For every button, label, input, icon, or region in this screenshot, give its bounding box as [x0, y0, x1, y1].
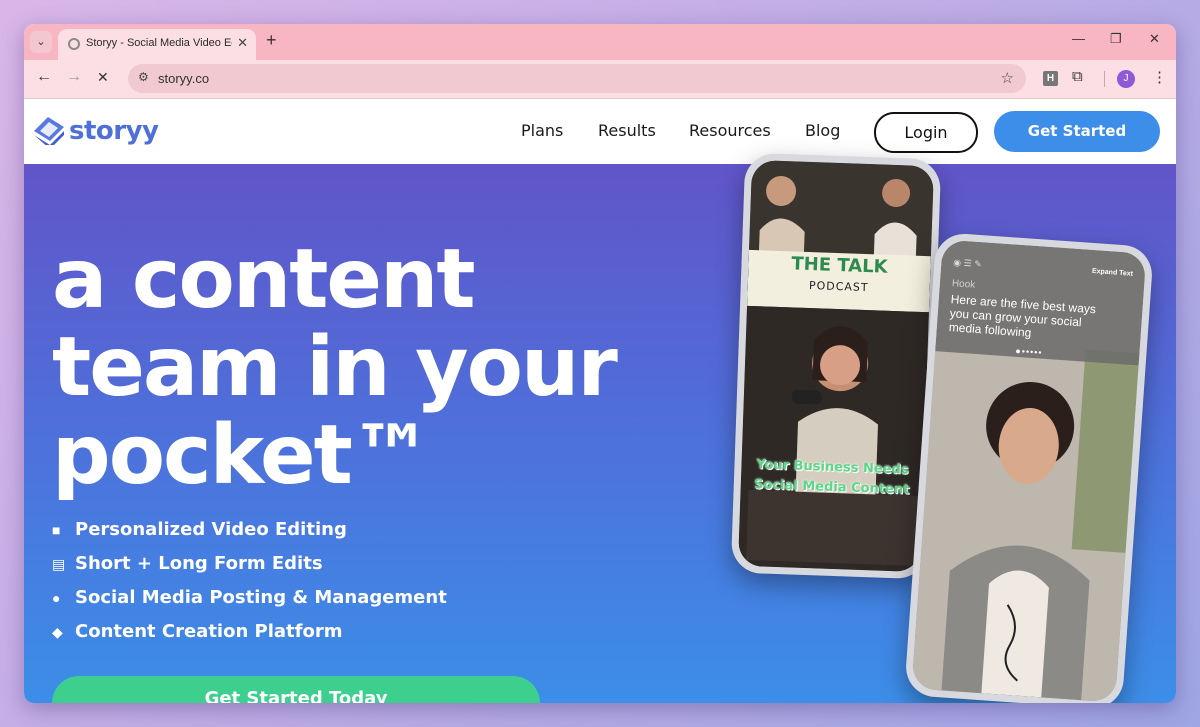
nav-link-plans[interactable]: Plans — [521, 121, 563, 140]
get-started-button[interactable]: Get Started — [994, 111, 1160, 152]
chat-icon: ● — [52, 590, 61, 606]
feature-text: Social Media Posting & Management — [75, 587, 447, 608]
hook-label: Hook — [951, 278, 976, 291]
phone-mockup-editor: ◉ ☰ ✎ Expand Text Hook Here are the five… — [904, 231, 1154, 703]
headline-line: a content — [52, 232, 476, 327]
feature-text: Content Creation Platform — [75, 621, 343, 642]
page-dots-indicator: ●••••• — [1015, 345, 1043, 358]
browser-window: ⌄ Storyy - Social Media Video Editi ✕ + … — [24, 24, 1176, 703]
phone-mockup-podcast: THE TALK PODCAST Your Business Needs Soc… — [730, 152, 942, 580]
podcast-video-frame — [737, 159, 935, 573]
toolbar-divider — [1104, 71, 1105, 87]
url-text[interactable]: storyy.co — [158, 71, 209, 86]
hero-headline: a content team in your pocket™ — [52, 232, 618, 503]
forward-arrow-icon[interactable]: → — [66, 68, 82, 86]
nav-link-results[interactable]: Results — [598, 121, 656, 140]
web-page: storyy Plans Results Resources Blog Logi… — [24, 99, 1176, 703]
phone-screen: THE TALK PODCAST Your Business Needs Soc… — [737, 159, 935, 573]
window-close-icon[interactable]: ✕ — [1149, 31, 1160, 47]
nav-link-blog[interactable]: Blog — [805, 121, 840, 140]
profile-avatar[interactable]: J — [1117, 70, 1135, 88]
site-header: storyy Plans Results Resources Blog Logi… — [24, 99, 1176, 164]
tab-search-chevron-icon[interactable]: ⌄ — [30, 31, 52, 53]
feature-text: Personalized Video Editing — [75, 519, 347, 540]
stop-loading-icon[interactable]: ✕ — [97, 69, 109, 86]
tab-close-icon[interactable]: ✕ — [237, 35, 248, 51]
logo-text[interactable]: storyy — [69, 116, 159, 146]
storyy-logo-icon[interactable] — [32, 115, 66, 145]
eraser-icon: ◆ — [52, 624, 63, 640]
new-tab-plus-icon[interactable]: + — [266, 30, 277, 51]
nav-link-resources[interactable]: Resources — [689, 121, 771, 140]
toolbar-icons: ◉ ☰ ✎ — [953, 257, 983, 270]
headline-line: pocket™ — [52, 408, 433, 503]
site-info-icon[interactable]: ⚙ — [138, 70, 149, 84]
browser-tab[interactable]: Storyy - Social Media Video Editi ✕ — [58, 29, 256, 60]
phone-screen: ◉ ☰ ✎ Expand Text Hook Here are the five… — [911, 239, 1147, 703]
browser-menu-icon[interactable]: ⋮ — [1152, 68, 1167, 86]
film-icon: ▤ — [52, 556, 66, 572]
minimize-icon[interactable]: — — [1072, 31, 1085, 46]
restore-icon[interactable]: ❐ — [1110, 31, 1122, 47]
tab-title: Storyy - Social Media Video Editi — [86, 37, 232, 49]
hero-section: a content team in your pocket™ ■ Persona… — [24, 152, 1176, 703]
address-bar[interactable]: ⚙ storyy.co ☆ — [128, 64, 1026, 93]
get-started-today-button[interactable]: Get Started Today — [52, 676, 540, 703]
bookmark-star-icon[interactable]: ☆ — [1001, 69, 1014, 87]
headline-line: team in your — [52, 320, 618, 415]
video-camera-icon: ■ — [52, 522, 61, 538]
tab-favicon-icon — [68, 38, 80, 50]
back-arrow-icon[interactable]: ← — [36, 68, 52, 86]
tab-strip: ⌄ Storyy - Social Media Video Editi ✕ + … — [24, 24, 1176, 60]
browser-toolbar: ← → ✕ ⚙ storyy.co ☆ H ⧉ J ⋮ — [24, 60, 1176, 99]
feature-text: Short + Long Form Edits — [75, 553, 323, 574]
extension-h-icon[interactable]: H — [1043, 71, 1058, 86]
extensions-puzzle-icon[interactable]: ⧉ — [1072, 68, 1083, 85]
login-button[interactable]: Login — [874, 112, 978, 153]
